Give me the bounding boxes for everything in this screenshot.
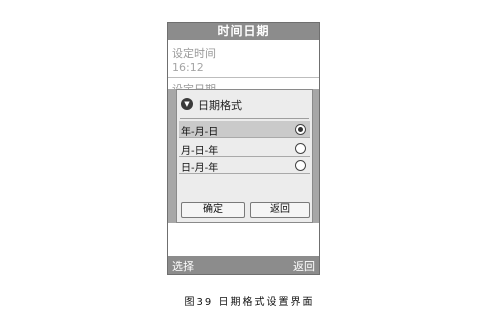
format-option-ymd[interactable]: 年-月-日 [179,121,310,138]
confirm-button[interactable]: 确定 [181,202,245,218]
radio-button-icon[interactable] [295,143,306,154]
radio-button-icon[interactable] [295,124,306,135]
screen-title: 时间日期 [168,23,319,40]
chevron-down-icon: ▼ [181,98,193,110]
dialog-divider [180,118,309,119]
softkey-select[interactable]: 选择 [172,258,194,274]
radio-selected-dot [298,127,303,132]
date-format-dialog: ▼ 日期格式 年-月-日 月-日-年 日-月-年 确定 返回 [176,89,313,223]
back-button[interactable]: 返回 [250,202,310,218]
dialog-header: ▼ 日期格式 [177,90,312,116]
setting-time-value: 16:12 [172,61,204,74]
figure-caption: 图39 日期格式设置界面 [184,297,315,308]
format-option-label: 年-月-日 [181,127,219,138]
format-option-label: 日-月-年 [181,163,219,174]
dialog-title: 日期格式 [198,99,242,112]
setting-time[interactable]: 设定时间 16:12 [168,41,319,78]
phone-screen: 时间日期 设定时间 16:12 设定日期 ▼ 日期格式 年-月-日 月-日-年 … [167,22,320,275]
format-option-mdy[interactable]: 月-日-年 [179,140,310,157]
format-option-label: 月-日-年 [181,146,219,157]
softkey-bar: 选择 返回 [168,256,319,274]
setting-time-label: 设定时间 [172,47,216,60]
format-option-dmy[interactable]: 日-月-年 [179,157,310,174]
softkey-back[interactable]: 返回 [293,258,315,274]
radio-button-icon[interactable] [295,160,306,171]
